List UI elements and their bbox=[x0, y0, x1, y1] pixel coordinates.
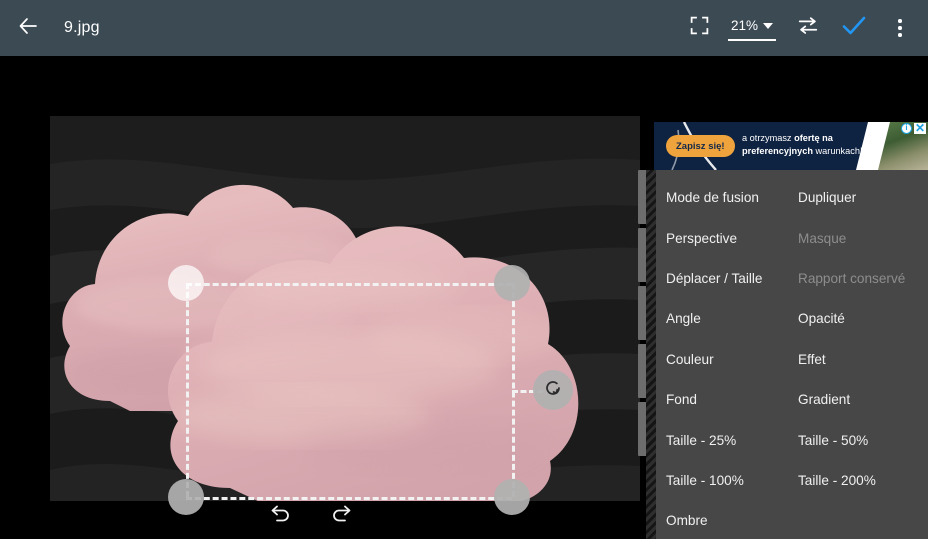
fullscreen-button[interactable] bbox=[678, 0, 722, 56]
menu-item-angle[interactable]: Angle bbox=[666, 299, 798, 339]
redo-button[interactable] bbox=[322, 499, 362, 535]
ad-line2-bold: preferencyjnych bbox=[742, 146, 813, 156]
menu-item-effect[interactable]: Effet bbox=[798, 340, 928, 380]
back-arrow-icon bbox=[16, 14, 40, 43]
overflow-menu-button[interactable] bbox=[878, 0, 922, 56]
ad-info-icon[interactable]: i bbox=[900, 123, 912, 134]
menu-item-size-25[interactable]: Taille - 25% bbox=[666, 420, 798, 460]
menu-item-size-50[interactable]: Taille - 50% bbox=[798, 420, 928, 460]
selection-handle-top-right[interactable] bbox=[494, 265, 530, 301]
menu-items-grid: Mode de fusion Dupliquer Perspective Mas… bbox=[656, 170, 928, 539]
canvas-background bbox=[50, 116, 640, 501]
advertisement-banner[interactable]: Zapisz się! a otrzymasz ofertę na prefer… bbox=[654, 122, 928, 170]
undo-button[interactable] bbox=[260, 499, 300, 535]
ad-line2-plain: warunkach! bbox=[812, 146, 863, 156]
toolbar-actions: 21% bbox=[678, 0, 928, 56]
page-title: 9.jpg bbox=[64, 19, 100, 36]
top-toolbar: 9.jpg 21% bbox=[0, 0, 928, 56]
image-canvas[interactable] bbox=[50, 116, 640, 501]
undo-icon bbox=[268, 504, 292, 531]
more-vertical-icon bbox=[898, 19, 902, 37]
menu-item-size-100[interactable]: Taille - 100% bbox=[666, 461, 798, 501]
ad-close-icon[interactable]: ✕ bbox=[913, 122, 926, 134]
app-root: 9.jpg 21% Zapisz się! a otrzymasz ofertę… bbox=[0, 0, 928, 539]
rotate-icon bbox=[542, 377, 564, 404]
zoom-level-value: 21% bbox=[730, 18, 758, 33]
selection-handle-top-left[interactable] bbox=[168, 265, 204, 301]
menu-item-gradient[interactable]: Gradient bbox=[798, 380, 928, 420]
rotate-handle[interactable] bbox=[533, 370, 573, 410]
ad-line1-plain: a otrzymasz bbox=[742, 133, 795, 143]
menu-item-background[interactable]: Fond bbox=[666, 380, 798, 420]
menu-item-mask: Masque bbox=[798, 230, 847, 246]
menu-item-empty bbox=[798, 501, 928, 539]
menu-item-perspective[interactable]: Perspective bbox=[666, 218, 798, 258]
ad-badges: i ✕ bbox=[900, 122, 926, 134]
checkmark-icon bbox=[841, 14, 867, 43]
menu-item-size-200[interactable]: Taille - 200% bbox=[798, 461, 928, 501]
history-controls bbox=[0, 495, 640, 539]
work-area: Zapisz się! a otrzymasz ofertę na prefer… bbox=[0, 56, 928, 539]
menu-item-move-size[interactable]: Déplacer / Taille bbox=[666, 259, 798, 299]
redo-icon bbox=[330, 504, 354, 531]
menu-item-color[interactable]: Couleur bbox=[666, 340, 798, 380]
swap-button[interactable] bbox=[786, 0, 830, 56]
menu-item-shadow[interactable]: Ombre bbox=[666, 501, 798, 539]
fullscreen-icon bbox=[689, 15, 710, 41]
back-button[interactable] bbox=[0, 0, 56, 56]
swap-arrows-icon bbox=[796, 16, 820, 41]
ad-line1-bold: ofertę na bbox=[794, 133, 833, 143]
confirm-button[interactable] bbox=[832, 0, 876, 56]
layer-options-menu: Mode de fusion Dupliquer Perspective Mas… bbox=[656, 170, 928, 539]
menu-item-blend-mode[interactable]: Mode de fusion bbox=[666, 178, 798, 218]
menu-item-opacity[interactable]: Opacité bbox=[798, 299, 928, 339]
ad-message: a otrzymasz ofertę na preferencyjnych wa… bbox=[742, 132, 870, 158]
ad-cta-button[interactable]: Zapisz się! bbox=[666, 135, 735, 157]
zoom-level-selector[interactable]: 21% bbox=[727, 15, 776, 41]
menu-item-keep-ratio: Rapport conservé bbox=[798, 270, 906, 286]
chevron-down-icon bbox=[763, 22, 773, 29]
menu-panel-edge-texture bbox=[646, 170, 656, 539]
menu-item-duplicate[interactable]: Dupliquer bbox=[798, 178, 928, 218]
